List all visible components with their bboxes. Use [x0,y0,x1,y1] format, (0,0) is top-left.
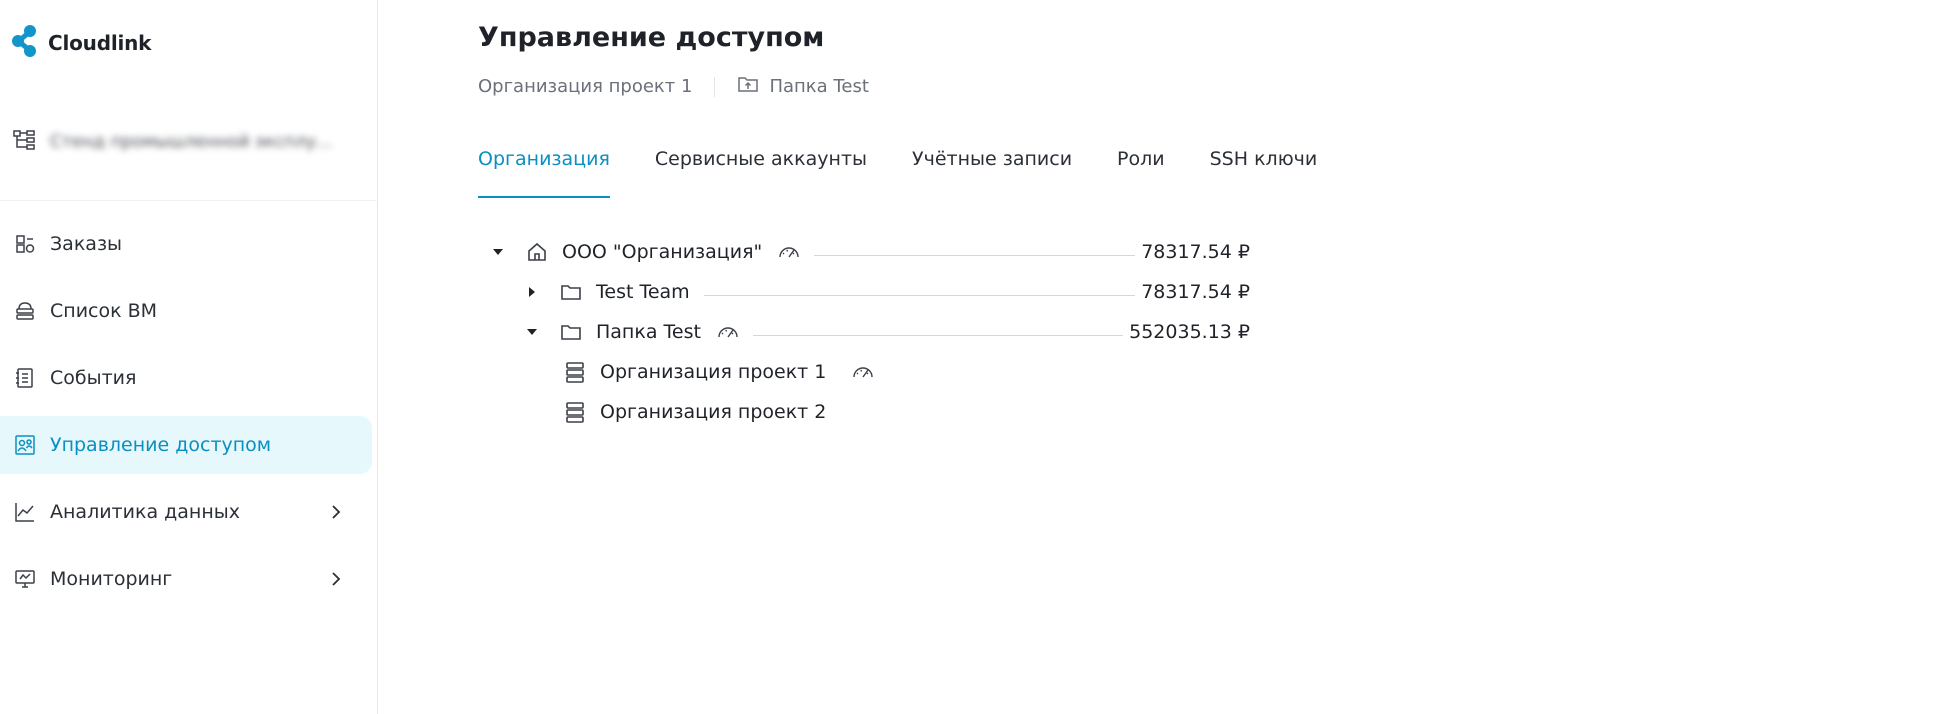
sidebar-item-label: Аналитика данных [50,501,240,523]
project-stack-icon [562,399,588,425]
folder-icon [558,279,584,305]
sidebar-item-orders[interactable]: Заказы [0,215,372,273]
sidebar-item-label: Заказы [50,233,123,255]
sidebar: Cloudlink Стенд промышленной эксплу... З… [0,0,378,714]
leader-line [752,334,1124,336]
tab-accounts[interactable]: Учётные записи [912,148,1072,198]
orders-icon [14,233,36,255]
leader-line [703,294,1136,296]
sidebar-item-label: Список ВМ [50,300,158,322]
project-switcher[interactable]: Стенд промышленной эксплу... [12,128,362,156]
sidebar-nav: Заказы Список ВМ События Управление дост… [0,215,372,617]
folder-icon [558,319,584,345]
sidebar-divider [0,200,378,201]
tab-bar: Организация Сервисные аккаунты Учётные з… [478,148,1362,198]
tree-node-name: Test Team [596,281,690,303]
project-stack-icon [562,359,588,385]
home-icon [524,239,550,265]
speedometer-icon[interactable] [852,364,874,380]
logo[interactable]: Cloudlink [10,24,151,62]
breadcrumb-folder[interactable]: Папка Test [737,74,869,99]
breadcrumb-separator [714,76,716,97]
org-tree: ООО "Организация" 78317.54 ₽ Test Team 7… [478,232,1258,432]
sidebar-item-label: Управление доступом [50,434,272,456]
monitor-icon [14,568,36,590]
tree-node-name: ООО "Организация" [562,241,763,263]
tab-organization[interactable]: Организация [478,148,610,198]
tree-row-folder[interactable]: Папка Test 552035.13 ₽ [478,312,1250,352]
tree-node-name: Организация проект 2 [600,401,827,423]
tab-service-accounts[interactable]: Сервисные аккаунты [655,148,867,198]
tree-node-name: Организация проект 1 [600,361,827,383]
sidebar-item-access-control[interactable]: Управление доступом [0,416,372,474]
tab-roles[interactable]: Роли [1117,148,1165,198]
chevron-right-icon[interactable] [326,569,346,593]
breadcrumb-folder-label: Папка Test [769,76,869,97]
events-icon [14,367,36,389]
leader-line [814,254,1136,256]
tree-row-team[interactable]: Test Team 78317.54 ₽ [478,272,1250,312]
tree-node-amount: 78317.54 ₽ [1141,281,1250,303]
hierarchy-icon [12,128,36,156]
sidebar-item-events[interactable]: События [0,349,372,407]
sidebar-item-vm-list[interactable]: Список ВМ [0,282,372,340]
project-switcher-label: Стенд промышленной эксплу... [50,132,333,152]
sidebar-item-analytics[interactable]: Аналитика данных [0,483,372,541]
folder-up-icon [737,74,759,99]
sidebar-item-monitoring[interactable]: Мониторинг [0,550,372,608]
tree-row-project-2[interactable]: Организация проект 2 [478,392,1258,432]
chevron-right-icon[interactable] [326,502,346,526]
sidebar-item-label: Мониторинг [50,568,173,590]
tab-ssh-keys[interactable]: SSH ключи [1210,148,1318,198]
speedometer-icon[interactable] [717,324,739,340]
tree-node-amount: 552035.13 ₽ [1129,321,1250,343]
brand-name: Cloudlink [48,31,152,55]
tree-node-amount: 78317.54 ₽ [1141,241,1250,263]
breadcrumb-project[interactable]: Организация проект 1 [478,76,692,97]
main-content: Управление доступом Организация проект 1… [478,0,1918,714]
caret-right-icon[interactable] [522,282,542,302]
tree-row-organization[interactable]: ООО "Организация" 78317.54 ₽ [478,232,1250,272]
speedometer-icon[interactable] [778,244,800,260]
caret-down-icon[interactable] [488,242,508,262]
page-title: Управление доступом [478,22,825,53]
access-icon [14,434,36,456]
tree-node-name: Папка Test [596,321,701,343]
sidebar-item-label: События [50,367,137,389]
breadcrumb: Организация проект 1 Папка Test [478,74,869,99]
caret-down-icon[interactable] [522,322,542,342]
cloudlink-logo-icon [10,24,38,62]
tree-row-project-1[interactable]: Организация проект 1 [478,352,1258,392]
vm-list-icon [14,300,36,322]
chart-icon [14,501,36,523]
